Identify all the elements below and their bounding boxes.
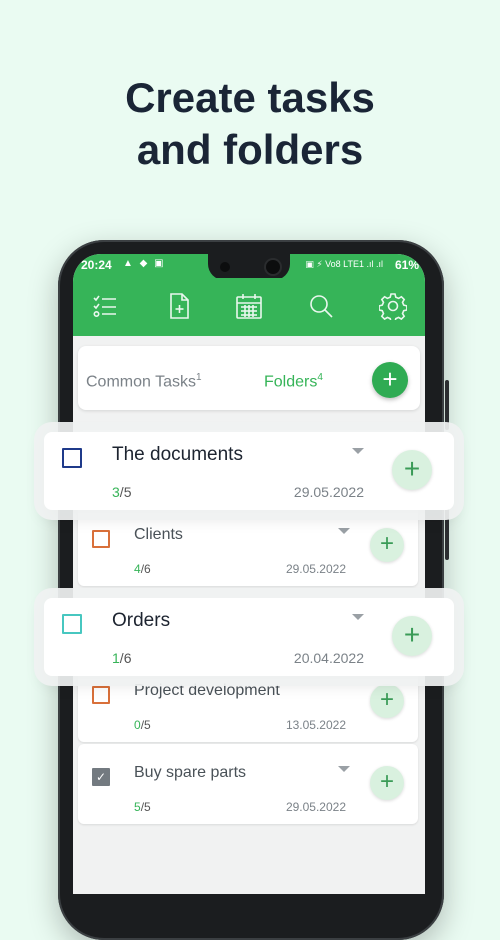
tabs-card: Common Tasks1 Folders4 + — [78, 346, 420, 410]
add-task-button[interactable]: + — [392, 450, 432, 490]
list-item[interactable]: ✓ Buy spare parts 5/5 29.05.2022 + — [78, 744, 418, 824]
folder-title: Clients — [134, 526, 183, 543]
gear-icon[interactable] — [379, 292, 407, 320]
sensor-icon — [220, 262, 230, 272]
new-file-icon[interactable] — [165, 292, 193, 320]
total-count: 5 — [144, 800, 151, 814]
tab-common-count: 1 — [195, 372, 202, 383]
tab-folders-label: Folders — [264, 373, 318, 391]
chevron-down-icon[interactable] — [352, 448, 364, 454]
tab-common-label: Common Tasks — [86, 373, 196, 391]
tab-folders[interactable]: Folders4 — [264, 372, 323, 391]
app-toolbar — [73, 278, 425, 336]
folder-progress: 3/5 — [112, 484, 131, 500]
total-count: 6 — [144, 562, 151, 576]
checkbox[interactable] — [92, 530, 110, 548]
total-count: 6 — [123, 650, 132, 666]
notification-icons: ▲ ◆ ▣ — [123, 258, 166, 269]
folder-title: Orders — [112, 610, 171, 631]
task-list-icon[interactable] — [91, 292, 119, 320]
checkbox[interactable] — [92, 686, 110, 704]
add-folder-button[interactable]: + — [372, 362, 408, 398]
add-task-button[interactable]: + — [370, 684, 404, 718]
headline-line-2: and folders — [136, 126, 364, 173]
folder-date: 20.04.2022 — [293, 650, 364, 666]
chevron-down-icon[interactable] — [352, 614, 364, 620]
list-item-highlighted[interactable]: The documents 3/5 29.05.2022 + — [44, 432, 454, 510]
search-icon[interactable] — [307, 292, 335, 320]
checkbox[interactable] — [62, 448, 82, 468]
folder-progress: 5/5 — [134, 800, 151, 814]
list-item[interactable]: Clients 4/6 29.05.2022 + — [78, 506, 418, 586]
signal-icons: ▣ ⚡ Vo8 LTE1 .ıl .ıl — [305, 259, 383, 269]
tab-folders-count: 4 — [317, 372, 323, 383]
checkbox[interactable] — [62, 614, 82, 634]
done-count: 5 — [134, 800, 141, 814]
done-count: 1 — [112, 650, 120, 666]
folder-progress: 0/5 — [134, 718, 151, 732]
folder-date: 29.05.2022 — [293, 484, 364, 500]
headline: Create tasks and folders — [0, 72, 500, 176]
chevron-down-icon[interactable] — [338, 766, 350, 772]
folder-title: Project development — [134, 682, 280, 699]
list-item-highlighted[interactable]: Orders 1/6 20.04.2022 + — [44, 598, 454, 676]
total-count: 5 — [144, 718, 151, 732]
status-time: 20:24 — [81, 258, 112, 272]
folder-date: 29.05.2022 — [285, 800, 346, 814]
headline-line-1: Create tasks — [125, 74, 375, 121]
folder-progress: 4/6 — [134, 562, 151, 576]
calendar-icon[interactable] — [235, 292, 263, 320]
camera-icon — [266, 260, 280, 274]
chevron-down-icon[interactable] — [338, 528, 350, 534]
add-task-button[interactable]: + — [392, 616, 432, 656]
camera-notch — [208, 254, 290, 280]
tab-common-tasks[interactable]: Common Tasks1 — [86, 372, 202, 391]
add-task-button[interactable]: + — [370, 766, 404, 800]
done-count: 0 — [134, 718, 141, 732]
folder-date: 29.05.2022 — [285, 562, 346, 576]
volume-button — [445, 380, 449, 430]
total-count: 5 — [123, 484, 132, 500]
done-count: 3 — [112, 484, 120, 500]
battery-level: 61% — [394, 258, 419, 272]
app-screen: 20:24 ▲ ◆ ▣ ▣ ⚡ Vo8 LTE1 .ıl .ıl 61% Com… — [73, 254, 425, 894]
add-task-button[interactable]: + — [370, 528, 404, 562]
done-count: 4 — [134, 562, 141, 576]
folder-title: The documents — [112, 444, 243, 465]
folder-date: 13.05.2022 — [285, 718, 346, 732]
checkbox-checked[interactable]: ✓ — [92, 768, 110, 786]
folder-progress: 1/6 — [112, 650, 131, 666]
folder-title: Buy spare parts — [134, 764, 247, 781]
